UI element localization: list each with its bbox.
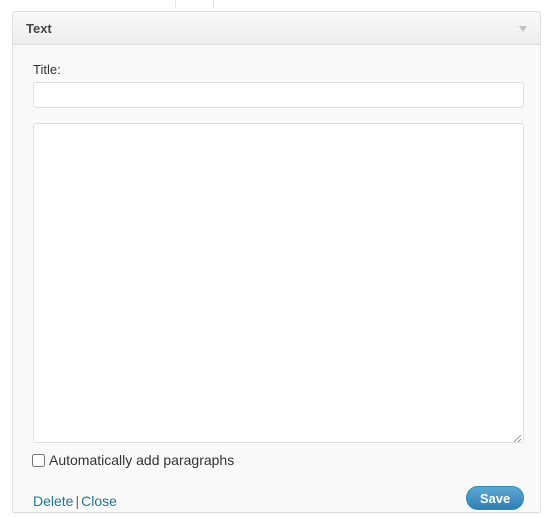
close-link[interactable]: Close: [81, 493, 117, 509]
widget-title: Text: [26, 21, 52, 36]
content-textarea[interactable]: [33, 123, 524, 443]
widget-control-actions: Delete | Close: [33, 493, 117, 509]
autop-label[interactable]: Automatically add paragraphs: [49, 452, 234, 468]
save-button[interactable]: Save: [466, 486, 524, 510]
delete-link[interactable]: Delete: [33, 493, 73, 509]
background-tick: [175, 0, 176, 8]
title-input[interactable]: [33, 82, 524, 108]
resize-grip-icon[interactable]: [512, 431, 522, 443]
action-separator: |: [75, 493, 80, 509]
widget-header[interactable]: Text: [13, 12, 540, 45]
title-label: Title:: [33, 62, 61, 77]
autop-option: Automatically add paragraphs: [32, 451, 234, 469]
text-widget: Text Title: Automatically add paragraphs…: [12, 11, 541, 513]
triangle-down-icon[interactable]: [516, 23, 530, 35]
autop-checkbox[interactable]: [32, 453, 45, 467]
background-tick: [213, 0, 214, 8]
